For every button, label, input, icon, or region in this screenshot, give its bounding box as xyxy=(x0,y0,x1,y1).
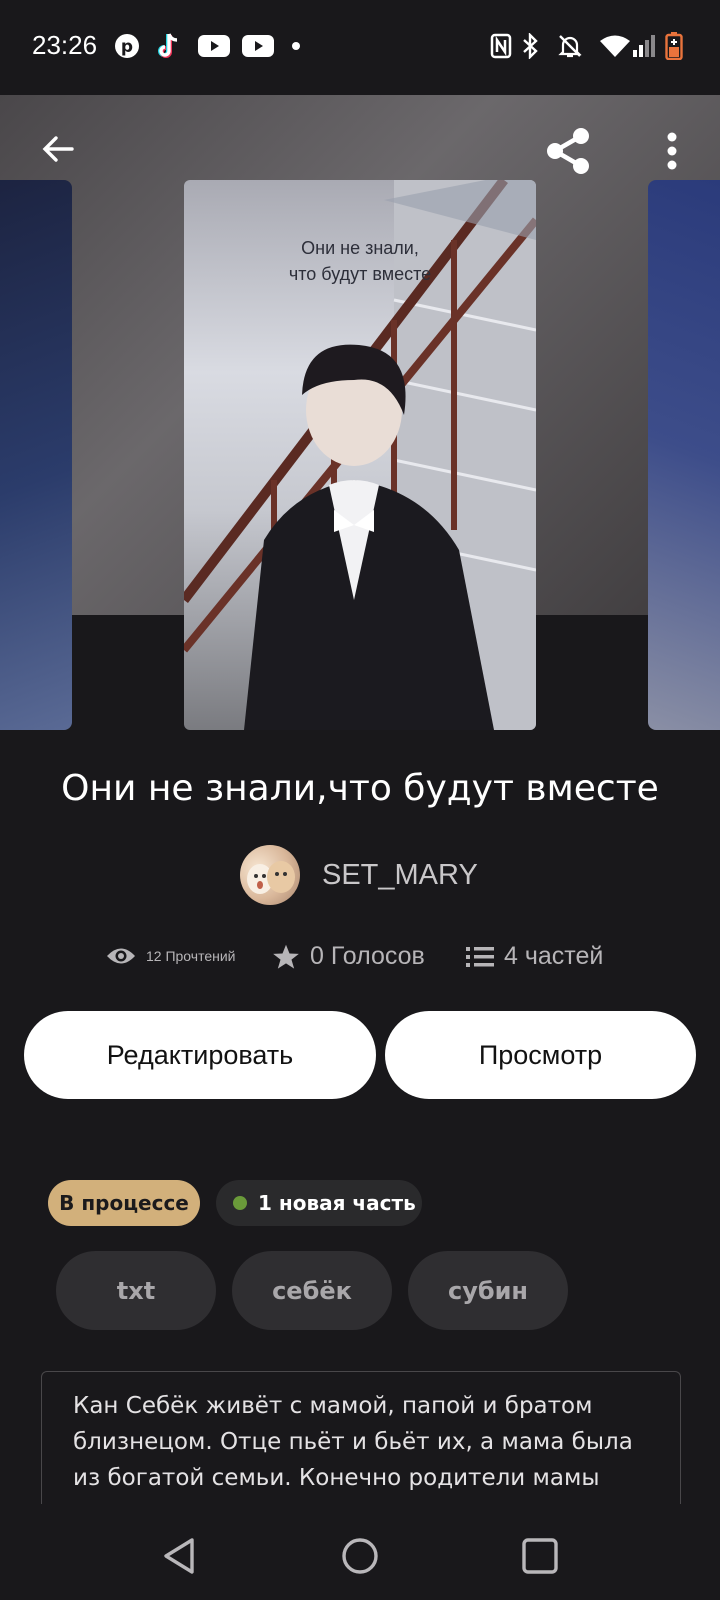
clock: 23:26 xyxy=(32,30,98,60)
list-icon xyxy=(466,946,494,967)
back-button[interactable] xyxy=(34,125,82,173)
votes-stat: 0 Голосов xyxy=(272,942,425,971)
signal-icon xyxy=(632,32,656,60)
navigation-bar xyxy=(0,1504,720,1600)
new-part-dot xyxy=(233,1196,247,1210)
triangle-back-icon xyxy=(164,1538,194,1574)
bluetooth-icon xyxy=(518,32,542,60)
tag-chip[interactable]: субин xyxy=(408,1251,568,1330)
youtube-icon xyxy=(198,32,230,60)
edit-button[interactable]: Редактировать xyxy=(24,1011,376,1099)
eye-icon xyxy=(107,948,135,964)
cover-image[interactable]: Они не знали, что будут вместе xyxy=(184,180,536,730)
cover-overlay-text: Они не знали, что будут вместе xyxy=(288,238,432,284)
tag-chip[interactable]: txt xyxy=(56,1251,216,1330)
status-bar: 23:26 p xyxy=(0,0,720,95)
preview-button[interactable]: Просмотр xyxy=(385,1011,696,1099)
circle-home-icon xyxy=(342,1538,378,1574)
pinterest-icon: p xyxy=(113,32,141,60)
svg-text:p: p xyxy=(121,37,133,57)
star-icon xyxy=(273,944,299,969)
avatar xyxy=(240,845,300,905)
story-title: Они не знали,что будут вместе xyxy=(61,768,659,809)
more-options-button[interactable] xyxy=(650,125,694,177)
story-description[interactable]: Кан Себёк живёт с мамой, папой и братом … xyxy=(41,1371,681,1505)
tag-chip[interactable]: себёк xyxy=(232,1251,392,1330)
parts-stat: 4 частей xyxy=(466,942,603,971)
back-nav-button[interactable] xyxy=(150,1526,210,1586)
story-stats: 12 Прочтений 0 Голосов 4 частей xyxy=(0,942,720,985)
new-part-badge: 1 новая часть xyxy=(216,1180,422,1226)
youtube-icon xyxy=(242,32,274,60)
square-recents-icon xyxy=(522,1538,558,1574)
recents-nav-button[interactable] xyxy=(510,1526,570,1586)
previous-cover[interactable] xyxy=(0,180,72,730)
reads-stat: 12 Прочтений xyxy=(106,945,236,967)
next-cover[interactable] xyxy=(648,180,720,730)
status-badge: В процессе xyxy=(48,1180,200,1226)
author-link[interactable]: SET_MARY xyxy=(240,845,478,905)
home-nav-button[interactable] xyxy=(330,1526,390,1586)
cover-carousel[interactable]: Они не знали, что будут вместе xyxy=(0,95,720,730)
author-name: SET_MARY xyxy=(322,858,478,891)
share-button[interactable] xyxy=(540,123,596,179)
wifi-icon xyxy=(600,32,630,60)
nfc-icon xyxy=(488,32,514,60)
dot-icon xyxy=(290,32,302,60)
description-text: Кан Себёк живёт с мамой, папой и братом … xyxy=(73,1393,633,1491)
arrow-left-icon xyxy=(42,136,74,162)
more-vert-icon xyxy=(667,132,677,170)
tiktok-icon xyxy=(155,32,183,60)
share-icon xyxy=(547,128,589,174)
mute-icon xyxy=(556,32,584,60)
battery-icon xyxy=(664,32,684,60)
